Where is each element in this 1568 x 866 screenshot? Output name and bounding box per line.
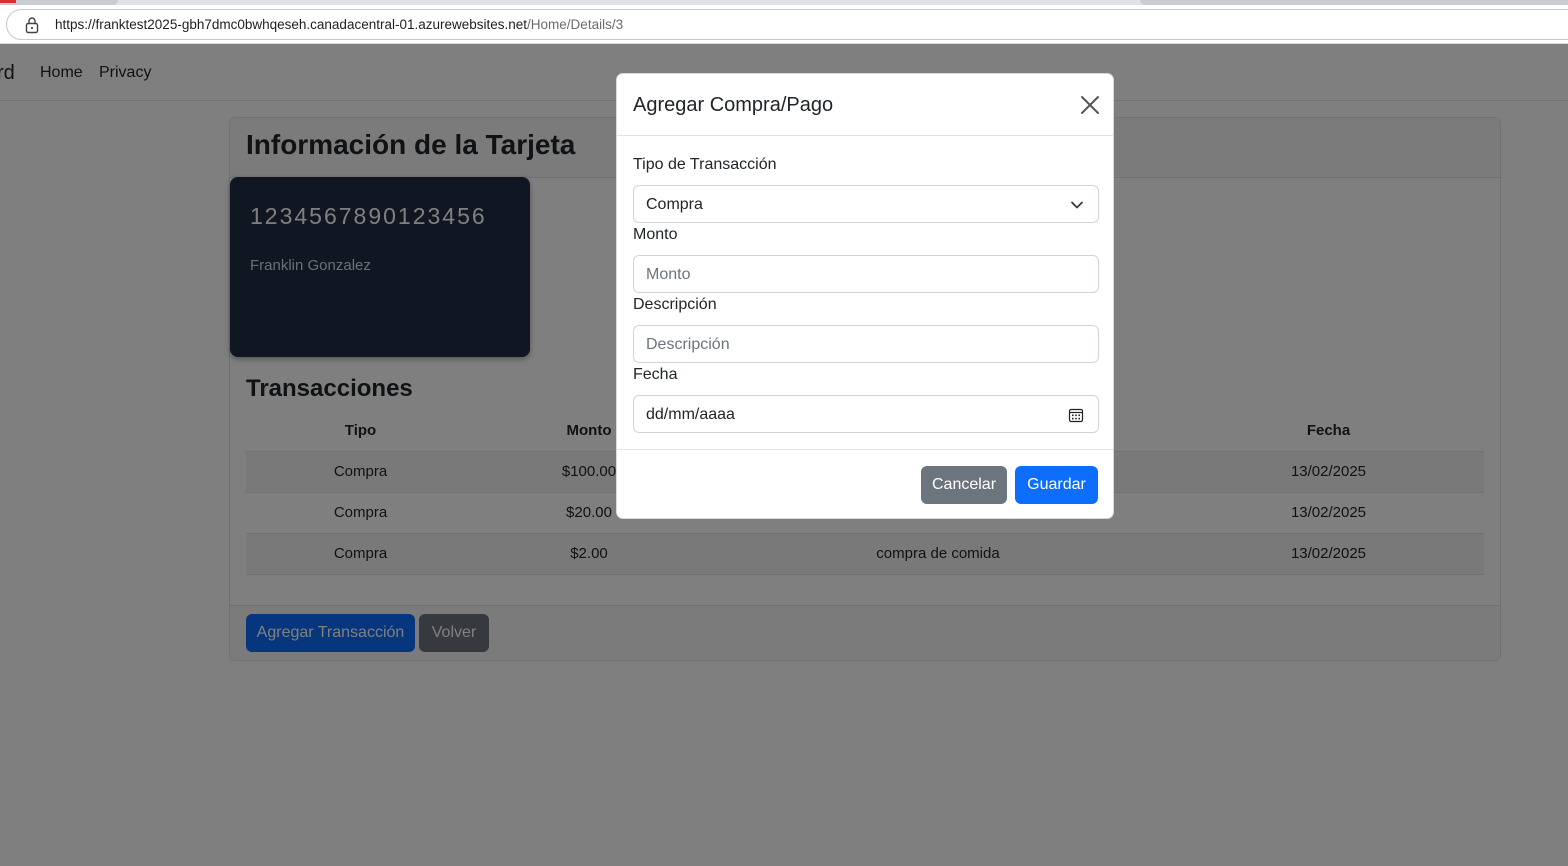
transaction-type-label: Tipo de Transacción <box>633 156 777 173</box>
browser-toolbar: https://franktest2025-gbh7dmc0bwhqeseh.c… <box>0 0 1568 44</box>
amount-placeholder: Monto <box>646 266 691 283</box>
description-placeholder: Descripción <box>646 336 730 353</box>
date-placeholder: dd/mm/aaaa <box>646 406 735 423</box>
amount-label: Monto <box>633 226 678 243</box>
transaction-type-select[interactable]: Compra <box>633 185 1099 223</box>
modal-footer: Cancelar Guardar <box>617 449 1113 518</box>
amount-input[interactable]: Monto <box>633 255 1099 293</box>
description-input[interactable]: Descripción <box>633 325 1099 363</box>
modal-header: Agregar Compra/Pago <box>617 74 1113 136</box>
date-input[interactable]: dd/mm/aaaa <box>633 395 1099 433</box>
tab-strip <box>0 0 1568 5</box>
url-host: https://franktest2025-gbh7dmc0bwhqeseh.c… <box>55 17 528 32</box>
chevron-down-icon <box>1071 201 1083 209</box>
save-button[interactable]: Guardar <box>1015 466 1098 504</box>
transaction-type-value: Compra <box>646 196 703 213</box>
add-transaction-modal: Agregar Compra/Pago Tipo de Transacción … <box>616 73 1114 519</box>
description-label: Descripción <box>633 296 717 313</box>
browser-tab[interactable] <box>0 0 118 5</box>
calendar-icon[interactable] <box>1068 407 1084 423</box>
date-label: Fecha <box>633 366 678 383</box>
modal-title: Agregar Compra/Pago <box>633 94 834 116</box>
url-path: /Home/Details/3 <box>527 17 624 32</box>
address-bar[interactable]: https://franktest2025-gbh7dmc0bwhqeseh.c… <box>6 9 1568 40</box>
close-icon[interactable] <box>1079 94 1101 116</box>
browser-tab[interactable] <box>1140 0 1568 5</box>
url-text[interactable]: https://franktest2025-gbh7dmc0bwhqeseh.c… <box>55 17 623 32</box>
lock-icon[interactable] <box>25 16 39 34</box>
cancel-button[interactable]: Cancelar <box>921 466 1007 504</box>
